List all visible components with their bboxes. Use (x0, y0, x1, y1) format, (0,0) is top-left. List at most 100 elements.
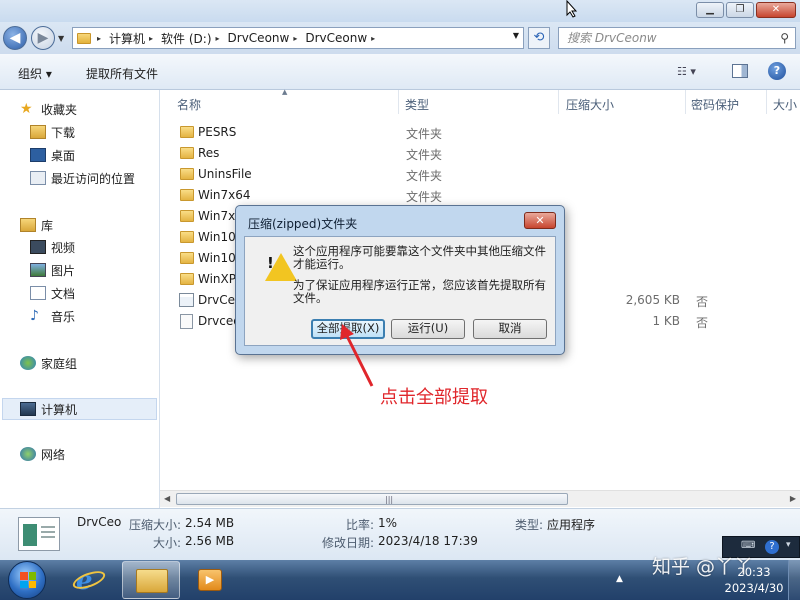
close-window-button[interactable]: ✕ (756, 2, 796, 18)
nav-desktop[interactable]: 桌面 (30, 146, 75, 164)
chevron-right-icon[interactable]: ▸ (149, 34, 153, 43)
scrollbar-thumb[interactable]: ||| (176, 493, 568, 505)
forward-button[interactable]: ▶ (31, 26, 55, 50)
details-type-value: 应用程序 (547, 518, 596, 532)
internet-explorer-taskbar-button[interactable]: e (62, 561, 120, 599)
start-button[interactable] (8, 561, 46, 599)
nav-homegroup[interactable]: 家庭组 (20, 354, 77, 372)
file-name: PESRS (198, 125, 237, 139)
nav-recent-places[interactable]: 最近访问的位置 (30, 169, 135, 187)
file-row[interactable]: Win7x64 文件夹 (176, 185, 796, 206)
breadcrumb-computer[interactable]: 计算机 (109, 30, 145, 47)
file-name: WinXP (198, 272, 236, 286)
nav-videos[interactable]: 视频 (30, 238, 75, 256)
nav-libraries[interactable]: 库 (20, 216, 53, 234)
nav-pictures[interactable]: 图片 (30, 261, 75, 279)
cancel-button[interactable]: 取消 (473, 319, 547, 339)
dialog-title: 压缩(zipped)文件夹 (248, 217, 358, 231)
folder-icon (180, 147, 194, 159)
breadcrumb-drive-d[interactable]: 软件 (D:) (161, 30, 211, 47)
documents-icon (30, 286, 46, 300)
chevron-right-icon[interactable]: ▸ (97, 34, 101, 43)
config-file-icon (180, 314, 193, 329)
show-desktop-button[interactable] (788, 560, 800, 600)
organize-button[interactable]: 组织 ▾ (18, 65, 52, 82)
refresh-button[interactable]: ⟲ (528, 27, 550, 49)
details-size-label: 大小: (153, 536, 182, 550)
column-divider[interactable] (766, 90, 767, 114)
nav-label: 图片 (51, 263, 76, 278)
nav-label: 网络 (41, 447, 66, 462)
language-help-icon[interactable]: ? (765, 540, 779, 554)
nav-label: 库 (41, 218, 54, 233)
horizontal-scrollbar[interactable]: ◀ ||| ▶ (160, 490, 800, 507)
folder-icon (180, 252, 194, 264)
nav-label: 文档 (51, 286, 76, 301)
scroll-grip-icon: ||| (385, 495, 394, 504)
chevron-right-icon[interactable]: ▸ (371, 34, 375, 43)
breadcrumb-drvceonw-current[interactable]: DrvCeonw (305, 31, 367, 45)
folder-icon (180, 168, 194, 180)
file-row[interactable]: PESRS 文件夹 (176, 122, 796, 143)
address-bar[interactable]: ▸ 计算机 ▸ 软件 (D:) ▸ DrvCeonw ▸ DrvCeonw ▸ … (72, 27, 524, 49)
nav-downloads[interactable]: 下载 (30, 123, 75, 141)
windows-logo-icon (20, 572, 36, 588)
folder-icon (180, 210, 194, 222)
nav-documents[interactable]: 文档 (30, 284, 75, 302)
column-header-type[interactable]: 类型 (405, 96, 429, 113)
help-icon[interactable]: ? (768, 62, 786, 80)
column-header-compressed-size[interactable]: 压缩大小 (566, 96, 614, 113)
column-header-password[interactable]: 密码保护 (691, 96, 739, 113)
dialog-close-button[interactable]: ✕ (524, 212, 556, 229)
compressed-folder-dialog: 压缩(zipped)文件夹 ✕ ! 这个应用程序可能要靠这个文件夹中其他压缩文件… (235, 205, 565, 355)
chevron-right-icon[interactable]: ▸ (216, 34, 220, 43)
mouse-cursor-icon (566, 0, 578, 21)
minimize-button[interactable]: ▁ (696, 2, 724, 18)
show-hidden-icons-icon[interactable]: ▲ (616, 574, 623, 584)
column-divider[interactable] (558, 90, 559, 114)
column-divider[interactable] (398, 90, 399, 114)
nav-computer[interactable]: 计算机 (20, 400, 77, 418)
maximize-button[interactable]: ❐ (726, 2, 754, 18)
desktop-icon (30, 148, 46, 162)
window-controls: ▁ ❐ ✕ (696, 2, 796, 18)
column-header-name[interactable]: 名称 (177, 96, 201, 113)
column-header-size[interactable]: 大小 (773, 96, 797, 113)
keyboard-icon[interactable]: ⌨ (741, 540, 755, 551)
column-divider[interactable] (685, 90, 686, 114)
chevron-right-icon[interactable]: ▸ (293, 34, 297, 43)
change-view-icon[interactable]: ☷ ▾ (677, 65, 696, 85)
file-row[interactable]: Res 文件夹 (176, 143, 796, 164)
details-ratio-value: 1% (378, 516, 398, 530)
folder-icon (77, 32, 91, 44)
search-input[interactable]: 搜索 DrvCeonw ⚲ (558, 27, 796, 49)
nav-label: 下载 (51, 125, 76, 140)
videos-icon (30, 240, 46, 254)
windows-explorer-taskbar-button[interactable] (122, 561, 180, 599)
language-bar-options-icon[interactable]: ▾ (786, 540, 791, 550)
file-name: Win10 (198, 230, 236, 244)
scroll-right-icon[interactable]: ▶ (790, 494, 796, 503)
nav-favorites[interactable]: ★ 收藏夹 (20, 100, 77, 118)
libraries-icon (20, 218, 36, 232)
preview-pane-icon[interactable] (732, 64, 748, 78)
nav-label: 桌面 (51, 148, 76, 163)
breadcrumb-drvceonw[interactable]: DrvCeonw (228, 31, 290, 45)
scroll-left-icon[interactable]: ◀ (164, 494, 170, 503)
nav-network[interactable]: 网络 (20, 445, 65, 463)
recent-pages-dropdown-icon[interactable]: ▼ (58, 34, 64, 43)
file-row[interactable]: UninsFile 文件夹 (176, 164, 796, 185)
media-player-taskbar-button[interactable]: ▶ (182, 561, 240, 599)
annotation-text: 点击全部提取 (380, 387, 488, 408)
nav-music[interactable]: ♪ 音乐 (30, 307, 75, 325)
back-button[interactable]: ◀ (3, 26, 27, 50)
run-button[interactable]: 运行(U) (391, 319, 465, 339)
file-thumbnail-icon (18, 517, 60, 551)
file-name: Win7x (198, 209, 236, 223)
address-history-dropdown-icon[interactable]: ▼ (513, 31, 519, 40)
file-password-protected: 否 (696, 316, 709, 330)
clock-date: 2023/4/30 (724, 581, 784, 595)
search-icon[interactable]: ⚲ (780, 28, 789, 48)
navigation-pane: ★ 收藏夹 下载 桌面 最近访问的位置 库 视频 图片 文档 ♪ 音乐 家庭组 … (0, 90, 160, 508)
extract-all-files-button[interactable]: 提取所有文件 (86, 65, 158, 82)
